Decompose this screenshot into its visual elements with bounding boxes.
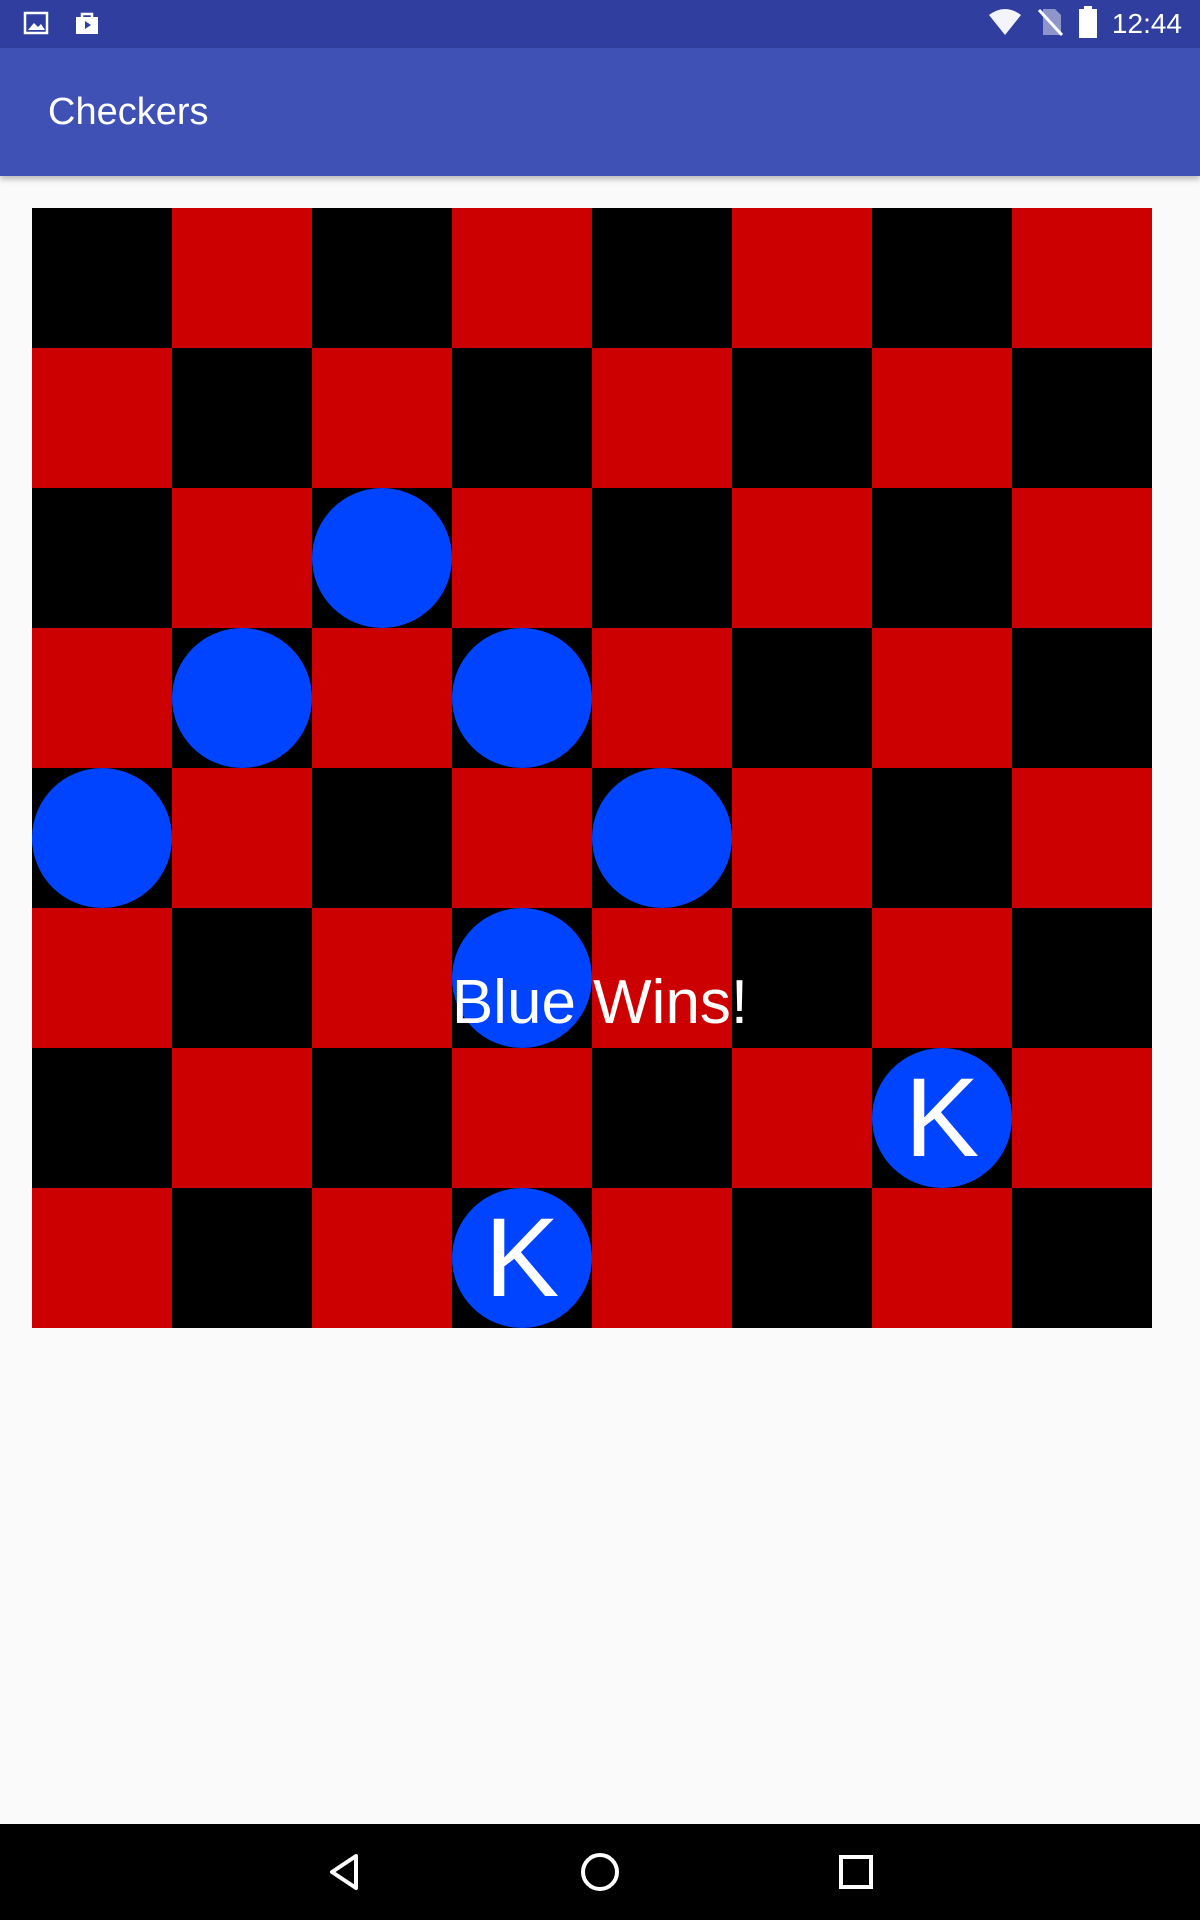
board-square[interactable] [592, 488, 732, 628]
board-square[interactable] [1012, 488, 1152, 628]
board-square[interactable] [732, 1188, 872, 1328]
board-square[interactable] [872, 208, 1012, 348]
board-square[interactable] [32, 208, 172, 348]
board-square[interactable] [452, 208, 592, 348]
app-bar: Checkers [0, 48, 1200, 176]
result-banner: Blue Wins! [32, 958, 1152, 1048]
board-square[interactable] [732, 1048, 872, 1188]
recents-icon[interactable] [832, 1848, 880, 1896]
blue-piece[interactable] [32, 768, 172, 908]
board-square[interactable] [732, 488, 872, 628]
board-square[interactable] [312, 628, 452, 768]
store-notification-icon [72, 8, 102, 43]
result-message: Blue Wins! [451, 968, 749, 1037]
blue-piece[interactable] [172, 628, 312, 768]
board-square[interactable] [312, 1188, 452, 1328]
board-square[interactable] [312, 768, 452, 908]
board-square[interactable] [312, 348, 452, 488]
blue-king-piece[interactable]: K [872, 1048, 1012, 1188]
board-square[interactable] [452, 488, 592, 628]
board-square[interactable] [172, 628, 312, 768]
board-square[interactable] [172, 1048, 312, 1188]
board-square[interactable] [592, 1048, 732, 1188]
blue-piece[interactable] [452, 628, 592, 768]
board-square[interactable] [172, 768, 312, 908]
board-square[interactable] [312, 488, 452, 628]
checkers-board: KK [32, 208, 1152, 1328]
board-square[interactable] [172, 1188, 312, 1328]
wifi-icon [988, 7, 1022, 42]
board-square[interactable] [452, 348, 592, 488]
board-square[interactable] [452, 768, 592, 908]
board-square[interactable] [1012, 208, 1152, 348]
board-square[interactable] [872, 1188, 1012, 1328]
app-title: Checkers [48, 91, 209, 133]
board-square[interactable] [312, 208, 452, 348]
board-square[interactable] [32, 628, 172, 768]
blue-piece[interactable] [592, 768, 732, 908]
board-square[interactable] [32, 768, 172, 908]
board-square[interactable] [732, 208, 872, 348]
board-square[interactable] [732, 768, 872, 908]
blue-piece[interactable] [312, 488, 452, 628]
blue-king-piece[interactable]: K [452, 1188, 592, 1328]
board-square[interactable] [32, 488, 172, 628]
board-square[interactable] [732, 628, 872, 768]
battery-icon [1078, 5, 1098, 43]
board-square[interactable] [312, 1048, 452, 1188]
board-square[interactable] [1012, 1048, 1152, 1188]
status-system: 12:44 [988, 5, 1182, 43]
board-square[interactable] [872, 488, 1012, 628]
board-square[interactable] [592, 1188, 732, 1328]
board-square[interactable] [592, 628, 732, 768]
board-square[interactable] [452, 1048, 592, 1188]
board-square[interactable] [172, 488, 312, 628]
board-square[interactable] [172, 208, 312, 348]
board-square[interactable] [872, 768, 1012, 908]
board-square[interactable] [452, 628, 592, 768]
board-square[interactable] [172, 348, 312, 488]
board-square[interactable]: K [872, 1048, 1012, 1188]
board-square[interactable] [592, 348, 732, 488]
back-icon[interactable] [320, 1848, 368, 1896]
board-square[interactable] [1012, 1188, 1152, 1328]
board-square[interactable] [32, 1048, 172, 1188]
no-sim-icon [1036, 7, 1064, 42]
board-square[interactable] [1012, 628, 1152, 768]
status-time: 12:44 [1111, 8, 1182, 39]
board-square[interactable] [872, 628, 1012, 768]
board-square[interactable]: K [452, 1188, 592, 1328]
board-square[interactable] [872, 348, 1012, 488]
board-square[interactable] [32, 1188, 172, 1328]
board-square[interactable] [592, 208, 732, 348]
status-bar: 12:44 [0, 0, 1200, 48]
navigation-bar [0, 1824, 1200, 1920]
board-square[interactable] [732, 348, 872, 488]
board-square[interactable] [592, 768, 732, 908]
board-square[interactable] [1012, 348, 1152, 488]
status-notifications [22, 8, 102, 43]
home-icon[interactable] [576, 1848, 624, 1896]
board-square[interactable] [32, 348, 172, 488]
board-square[interactable] [1012, 768, 1152, 908]
image-notification-icon [22, 8, 52, 43]
